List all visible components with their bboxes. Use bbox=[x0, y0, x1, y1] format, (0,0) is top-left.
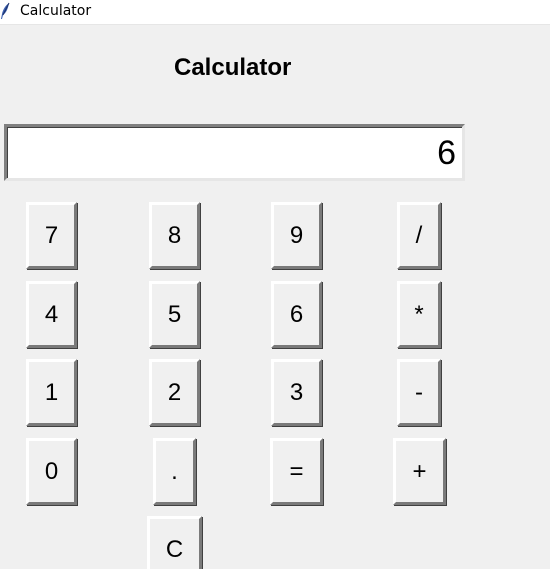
key-decimal[interactable]: . bbox=[153, 438, 196, 505]
window-title: Calculator bbox=[20, 3, 92, 19]
key-equals[interactable]: = bbox=[270, 438, 323, 505]
key-0[interactable]: 0 bbox=[26, 438, 77, 505]
display-field[interactable]: 6 bbox=[4, 124, 465, 181]
key-subtract[interactable]: - bbox=[397, 359, 441, 426]
key-6[interactable]: 6 bbox=[271, 281, 322, 348]
key-8[interactable]: 8 bbox=[149, 202, 200, 269]
key-4[interactable]: 4 bbox=[26, 281, 77, 348]
key-3[interactable]: 3 bbox=[271, 359, 322, 426]
key-9[interactable]: 9 bbox=[271, 202, 322, 269]
key-multiply[interactable]: * bbox=[397, 281, 441, 348]
key-2[interactable]: 2 bbox=[149, 359, 200, 426]
title-bar: Calculator bbox=[0, 0, 550, 25]
key-5[interactable]: 5 bbox=[149, 281, 200, 348]
page-title: Calculator bbox=[174, 54, 292, 81]
key-1[interactable]: 1 bbox=[26, 359, 77, 426]
calculator-window: Calculator Calculator 6 7 8 9 / 4 5 6 * … bbox=[0, 0, 550, 569]
display-value: 6 bbox=[437, 134, 456, 172]
key-divide[interactable]: / bbox=[397, 202, 441, 269]
key-7[interactable]: 7 bbox=[26, 202, 77, 269]
key-add[interactable]: + bbox=[393, 438, 446, 505]
key-clear[interactable]: C bbox=[147, 516, 202, 569]
feather-icon bbox=[0, 2, 10, 20]
